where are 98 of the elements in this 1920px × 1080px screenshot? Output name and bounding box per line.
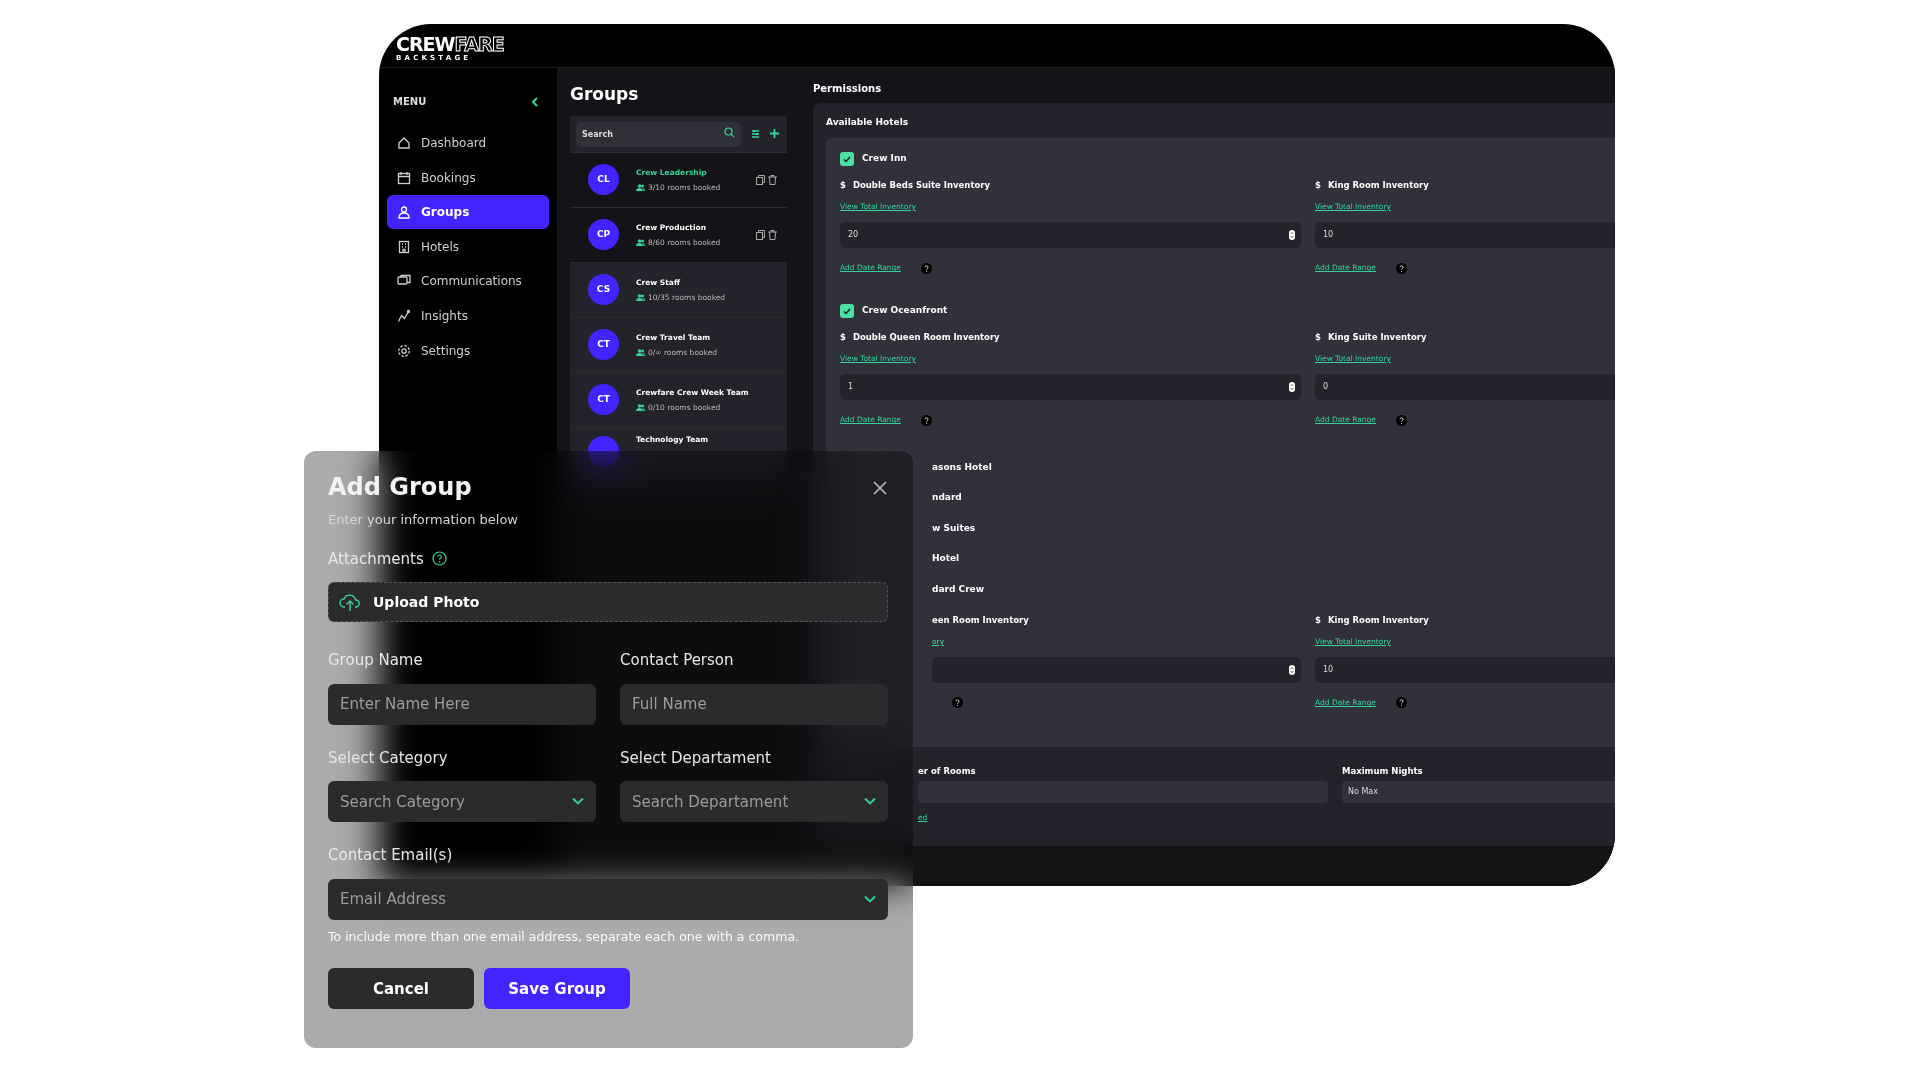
hotel-name: dard Crew bbox=[932, 582, 984, 596]
inventory-input[interactable] bbox=[932, 656, 1301, 683]
search-icon[interactable] bbox=[724, 127, 735, 138]
room-type-label: Double Queen Room Inventory bbox=[852, 330, 1000, 344]
currency-sign: $ bbox=[840, 178, 846, 192]
hotel-name: Hotel bbox=[932, 552, 960, 566]
hotel-name: ndard bbox=[932, 491, 962, 505]
select-field[interactable]: Search Departament bbox=[620, 781, 888, 822]
initials-avatar: CT bbox=[588, 384, 619, 415]
chevron-down-icon[interactable] bbox=[572, 797, 584, 805]
menu-heading: MENU bbox=[393, 95, 427, 109]
input-field[interactable]: Enter Name Here bbox=[328, 683, 596, 725]
select-field[interactable]: Search Category bbox=[328, 781, 596, 822]
chevron-down-icon[interactable] bbox=[864, 894, 876, 903]
currency-sign: $ bbox=[1315, 178, 1321, 192]
save-button[interactable]: Save Group bbox=[484, 968, 630, 1010]
room-type-label: Double Beds Suite Inventory bbox=[852, 178, 991, 192]
help-icon[interactable] bbox=[431, 551, 447, 567]
input-field[interactable]: Full Name bbox=[620, 683, 888, 725]
people-icon bbox=[636, 349, 645, 357]
section-title: Permissions bbox=[813, 82, 883, 96]
help-icon[interactable] bbox=[1396, 697, 1407, 709]
search-field[interactable]: Search bbox=[576, 122, 741, 147]
sidebar-item[interactable]: Communications bbox=[387, 264, 549, 299]
initials-avatar: CT bbox=[588, 329, 619, 360]
sidebar-item[interactable]: Dashboard bbox=[387, 126, 549, 160]
currency-sign: $ bbox=[1315, 330, 1321, 344]
gear-icon bbox=[397, 343, 411, 358]
add-icon[interactable] bbox=[770, 129, 779, 138]
copy-icon[interactable] bbox=[756, 229, 765, 240]
sidebar-item[interactable]: Bookings bbox=[387, 160, 549, 195]
helper-text: To include more than one email address, separate each one with a comma. bbox=[328, 927, 800, 946]
close-button[interactable] bbox=[873, 481, 887, 495]
select-field[interactable]: Email Address bbox=[328, 878, 888, 920]
people-icon bbox=[636, 239, 645, 247]
room-type-label: King Room Inventory bbox=[1327, 178, 1429, 192]
hotel-name: asons Hotel bbox=[932, 460, 992, 474]
people-icon bbox=[636, 294, 645, 302]
trash-icon[interactable] bbox=[768, 174, 777, 185]
initials-avatar: CS bbox=[588, 274, 619, 305]
hotel-name: w Suites bbox=[932, 521, 976, 535]
currency-sign: $ bbox=[1315, 613, 1321, 627]
help-icon[interactable] bbox=[1396, 262, 1407, 274]
filter-icon[interactable] bbox=[751, 128, 760, 139]
inventory-input[interactable]: 10 bbox=[1315, 656, 1615, 683]
check-icon bbox=[843, 155, 851, 163]
initials-avatar: CP bbox=[588, 219, 619, 250]
section-title: Available Hotels bbox=[826, 115, 910, 129]
chevron-down-icon[interactable] bbox=[864, 797, 876, 805]
close-icon bbox=[873, 481, 887, 495]
spinner-icon[interactable] bbox=[1289, 230, 1295, 240]
panel-title: Groups bbox=[570, 83, 640, 106]
house-icon bbox=[397, 136, 411, 150]
field-label: Contact Person bbox=[620, 650, 735, 671]
inventory-input[interactable]: 20 bbox=[840, 222, 1301, 248]
inventory-input[interactable]: 1 bbox=[840, 374, 1301, 400]
cancel-button[interactable]: Cancel bbox=[328, 968, 474, 1010]
sidebar-item[interactable]: Insights bbox=[387, 298, 549, 333]
spinner-icon[interactable] bbox=[1289, 382, 1295, 392]
help-icon[interactable] bbox=[921, 262, 932, 274]
room-type-label: King Suite Inventory bbox=[1327, 330, 1427, 344]
sidebar-item[interactable]: Groups bbox=[387, 195, 549, 230]
building-icon bbox=[397, 239, 411, 254]
currency-sign: $ bbox=[840, 330, 846, 344]
help-icon[interactable] bbox=[1396, 414, 1407, 426]
field-label: Select Departament bbox=[620, 747, 772, 769]
chart-line-icon bbox=[397, 308, 411, 323]
room-type-label: King Room Inventory bbox=[1327, 613, 1429, 627]
field-label: Group Name bbox=[328, 650, 424, 671]
limit-input[interactable]: No Max bbox=[1342, 780, 1615, 803]
trash-icon[interactable] bbox=[768, 229, 777, 240]
checkbox[interactable] bbox=[840, 304, 854, 318]
check-icon bbox=[843, 307, 851, 315]
inventory-input[interactable]: 10 bbox=[1315, 222, 1615, 248]
field-label: er of Rooms bbox=[918, 764, 977, 778]
checkbox[interactable] bbox=[840, 152, 854, 166]
people-icon bbox=[636, 404, 645, 412]
collapse-chevron-icon[interactable] bbox=[531, 96, 539, 107]
help-icon[interactable] bbox=[921, 414, 932, 426]
upload-photo-button[interactable]: Upload Photo bbox=[328, 582, 888, 622]
initials-avatar bbox=[588, 435, 619, 467]
spinner-icon[interactable] bbox=[1289, 664, 1295, 675]
hotel-name: Crew Oceanfront bbox=[862, 304, 948, 318]
cloud-upload-icon bbox=[339, 592, 361, 612]
copy-icon[interactable] bbox=[756, 174, 765, 185]
field-label: Select Category bbox=[328, 747, 449, 769]
calendar-icon bbox=[397, 170, 411, 185]
user-group-icon bbox=[397, 205, 411, 220]
hotel-name: Crew Inn bbox=[862, 152, 907, 166]
sidebar-item[interactable]: Settings bbox=[387, 333, 549, 368]
initials-avatar: CL bbox=[588, 164, 619, 195]
inventory-input[interactable]: 0 bbox=[1315, 374, 1615, 400]
room-type-label: een Room Inventory bbox=[932, 613, 1029, 627]
sidebar-item[interactable]: Hotels bbox=[387, 229, 549, 264]
dialog-subtitle: Enter your information below bbox=[328, 511, 519, 529]
help-icon[interactable] bbox=[952, 697, 963, 709]
people-icon bbox=[636, 184, 645, 192]
field-label: Maximum Nights bbox=[1342, 764, 1424, 778]
